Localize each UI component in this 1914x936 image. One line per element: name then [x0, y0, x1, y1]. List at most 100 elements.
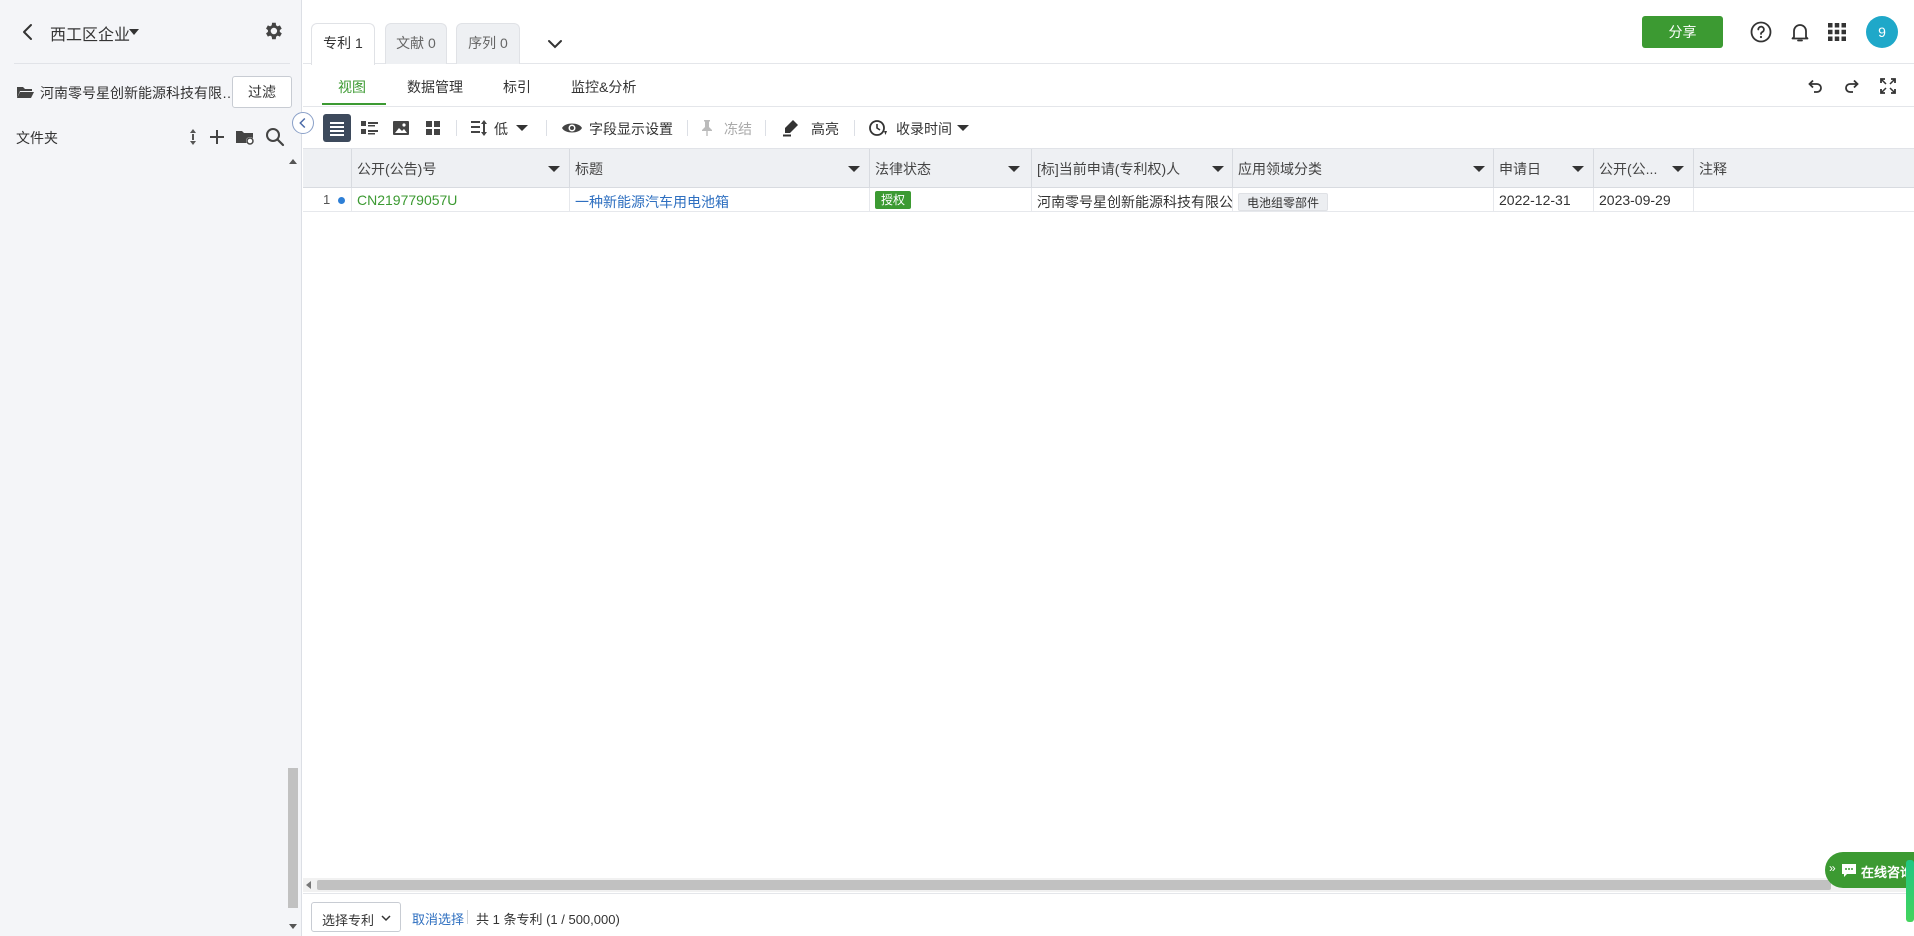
column-header-applicant[interactable]: [标]当前申请(专利权)人: [1032, 149, 1233, 188]
image-view-icon[interactable]: [387, 114, 415, 142]
redo-icon[interactable]: [1842, 76, 1862, 96]
field-tag: 电池组零部件: [1238, 193, 1329, 211]
help-icon[interactable]: [1749, 20, 1773, 44]
column-menu-icon[interactable]: [1572, 164, 1584, 174]
collapse-sidebar-icon[interactable]: [292, 112, 314, 134]
sort-updown-icon[interactable]: [182, 126, 204, 148]
folder-label: 文件夹: [16, 130, 58, 146]
patent-table: 公开(公告)号 标题 法律状态 [标]当前申请(专利权)人 应用领域分类 申请日: [303, 148, 1914, 878]
note-cell[interactable]: [1694, 188, 1914, 211]
scroll-down-icon[interactable]: [289, 922, 297, 932]
toolbar-separator: [687, 120, 688, 136]
column-menu-icon[interactable]: [1672, 164, 1684, 174]
footer-separator: [467, 910, 468, 924]
table-header: 公开(公告)号 标题 法律状态 [标]当前申请(专利权)人 应用领域分类 申请日: [303, 148, 1914, 188]
freeze-button[interactable]: 冻结: [699, 116, 755, 140]
chevron-down-icon: [381, 915, 391, 922]
column-header-pub-date[interactable]: 公开(公...: [1594, 149, 1694, 188]
highlight-button[interactable]: 高亮: [782, 116, 842, 140]
title-cell: 一种新能源汽车用电池箱: [570, 188, 870, 211]
chat-bubble-icon: [1842, 864, 1856, 877]
column-menu-icon[interactable]: [1008, 164, 1020, 174]
tab-sequences[interactable]: 序列 0: [456, 23, 520, 64]
apps-grid-icon[interactable]: [1825, 20, 1849, 44]
sort-label: 收录时间: [896, 121, 952, 137]
column-menu-icon[interactable]: [1473, 164, 1485, 174]
highlighter-icon: [783, 120, 798, 137]
column-header-pub-no[interactable]: 公开(公告)号: [352, 149, 570, 188]
caret-down-icon[interactable]: [127, 24, 141, 40]
column-header-note[interactable]: 注释: [1694, 149, 1914, 188]
plus-icon[interactable]: [206, 126, 228, 148]
expand-arrow-icon: »: [1829, 861, 1836, 875]
result-count: 共 1 条专利 (1 / 500,000): [476, 912, 620, 927]
sort-dropdown[interactable]: 收录时间: [868, 116, 969, 140]
toolbar-separator: [765, 120, 766, 136]
fullscreen-icon[interactable]: [1878, 76, 1898, 96]
toolbar: 低 字段显示设置 冻结 高亮 收录时间: [303, 108, 1914, 148]
online-consult-button[interactable]: » 在线咨询: [1825, 852, 1914, 888]
column-menu-icon[interactable]: [848, 164, 860, 174]
subnav-indexing[interactable]: 标引: [503, 77, 531, 97]
app-date-cell: 2022-12-31: [1494, 188, 1594, 211]
workspace-title[interactable]: 西工区企业: [50, 21, 130, 45]
folder-settings-icon[interactable]: [234, 126, 256, 148]
tab-literature[interactable]: 文献 0: [385, 23, 447, 64]
sidebar-scrollbar[interactable]: [287, 156, 299, 936]
row-index-cell[interactable]: 1: [303, 188, 352, 211]
gear-icon[interactable]: [262, 20, 284, 42]
side-status-bar: [1906, 860, 1914, 922]
subnav-monitor-analysis[interactable]: 监控&分析: [571, 77, 636, 97]
search-icon[interactable]: [264, 126, 286, 148]
horizontal-scrollbar[interactable]: [303, 878, 1914, 892]
pub-no-link[interactable]: CN219779057U: [357, 192, 457, 208]
caret-down-icon: [516, 125, 528, 131]
column-menu-icon[interactable]: [548, 164, 560, 174]
company-name[interactable]: 河南零号星创新能源科技有限公司: [40, 83, 236, 103]
scroll-thumb[interactable]: [317, 880, 1831, 890]
scroll-left-icon[interactable]: [305, 881, 313, 889]
avatar[interactable]: 9: [1866, 16, 1898, 48]
company-row: 河南零号星创新能源科技有限公司 过滤: [14, 76, 292, 108]
legal-status-badge: 授权: [875, 191, 912, 209]
density-label: 低: [494, 121, 508, 137]
column-header-application-field[interactable]: 应用领域分类: [1233, 149, 1494, 188]
pin-icon: [702, 120, 712, 136]
undo-icon[interactable]: [1805, 76, 1825, 96]
grid-view-icon[interactable]: [419, 114, 447, 142]
field-display-label: 字段显示设置: [589, 121, 673, 137]
detail-view-icon[interactable]: [355, 114, 383, 142]
density-icon: [471, 120, 487, 136]
column-header-title[interactable]: 标题: [570, 149, 870, 188]
bell-icon[interactable]: [1788, 20, 1812, 44]
share-button[interactable]: 分享: [1642, 16, 1723, 48]
subnav-data-management[interactable]: 数据管理: [407, 77, 463, 97]
title-link[interactable]: 一种新能源汽车用电池箱: [575, 192, 729, 211]
cancel-selection-link[interactable]: 取消选择: [412, 909, 464, 928]
row-number: 1: [323, 192, 331, 207]
list-view-icon[interactable]: [323, 114, 351, 142]
column-header-legal-status[interactable]: 法律状态: [870, 149, 1032, 188]
scroll-thumb[interactable]: [288, 768, 298, 908]
pub-no-cell: CN219779057U: [352, 188, 570, 211]
filter-button[interactable]: 过滤: [232, 76, 292, 108]
select-patents-label: 选择专利: [322, 913, 375, 928]
column-menu-icon[interactable]: [1212, 164, 1224, 174]
active-tab-underline: [322, 103, 386, 105]
row-density-dropdown[interactable]: 低: [470, 116, 534, 140]
tab-patents[interactable]: 专利 1: [311, 23, 375, 65]
app-date-text: 2022-12-31: [1499, 192, 1571, 208]
column-header-index: [303, 149, 352, 188]
column-header-app-date[interactable]: 申请日: [1494, 149, 1594, 188]
footer-bar: 选择专利 取消选择 共 1 条专利 (1 / 500,000): [303, 893, 1914, 936]
field-display-settings-button[interactable]: 字段显示设置: [561, 116, 677, 140]
select-patents-dropdown[interactable]: 选择专利: [311, 902, 401, 932]
chevron-down-icon[interactable]: [543, 32, 567, 56]
subnav-view[interactable]: 视图: [338, 77, 366, 97]
scroll-up-icon[interactable]: [289, 156, 297, 166]
applicant-cell: 河南零号星创新能源科技有限公: [1032, 188, 1233, 211]
back-arrow-icon[interactable]: [18, 20, 38, 44]
pub-date-cell: 2023-09-29: [1594, 188, 1694, 211]
clock-sort-icon: [869, 120, 887, 136]
table-row[interactable]: 1 CN219779057U 一种新能源汽车用电池箱 授权 河南零号星创新能源科…: [303, 188, 1914, 212]
